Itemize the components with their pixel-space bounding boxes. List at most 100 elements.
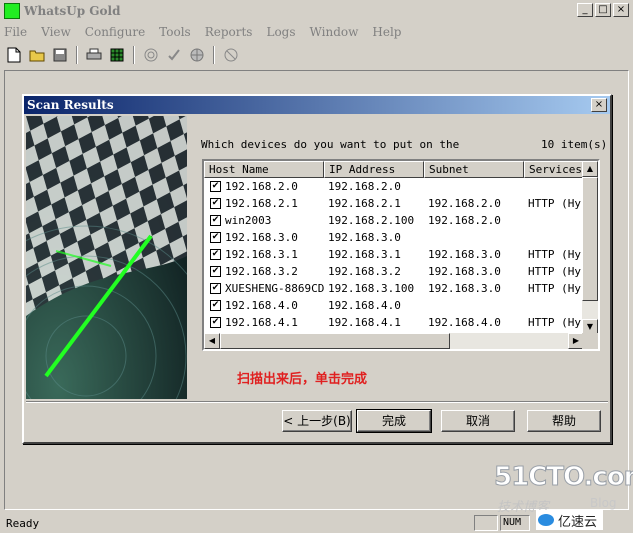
host-name: 192.168.4.0 <box>225 299 298 312</box>
toolbar-separator <box>133 46 135 64</box>
host-cell: ✔ 192.168.3.1 <box>204 248 324 261</box>
menu-reports[interactable]: Reports <box>205 25 253 39</box>
horizontal-scroll-thumb[interactable] <box>220 333 450 349</box>
table-row[interactable]: ✔ 192.168.4.0 192.168.4.0 <box>204 297 598 314</box>
column-services[interactable]: Services <box>524 161 584 178</box>
back-button[interactable]: < 上一步(B) <box>282 410 352 432</box>
dialog-title: Scan Results <box>24 96 610 114</box>
ip-cell: 192.168.3.2 <box>328 265 401 278</box>
table-row[interactable]: ✔ 192.168.2.1 192.168.2.1 192.168.2.0 HTTP (… <box>204 195 598 212</box>
devices-list[interactable]: Host Name IP Address Subnet Services ✔ 19… <box>202 159 600 351</box>
services-cell: HTTP (Hyp <box>528 265 582 278</box>
column-subnet[interactable]: Subnet <box>424 161 524 178</box>
finish-button[interactable]: 完成 <box>356 409 432 433</box>
save-icon[interactable] <box>50 45 70 65</box>
menu-bar: File View Configure Tools Reports Logs W… <box>0 22 633 42</box>
host-name: win2003 <box>225 214 272 227</box>
host-name: 192.168.3.1 <box>225 248 298 261</box>
open-folder-icon[interactable] <box>27 45 47 65</box>
host-name: 192.168.2.0 <box>225 180 298 193</box>
scroll-left-button[interactable]: ◀ <box>204 333 220 349</box>
services-cell: HTTP (Hyp <box>528 248 582 261</box>
row-checkbox[interactable]: ✔ <box>210 283 221 294</box>
menu-tools[interactable]: Tools <box>159 25 191 39</box>
print-icon[interactable] <box>84 45 104 65</box>
radar-icon[interactable] <box>141 45 161 65</box>
ip-cell: 192.168.4.0 <box>328 299 401 312</box>
column-ip-address[interactable]: IP Address <box>324 161 424 178</box>
row-checkbox[interactable]: ✔ <box>210 266 221 277</box>
subnet-cell: 192.168.3.0 <box>428 248 501 261</box>
ip-cell: 192.168.2.0 <box>328 180 401 193</box>
cancel-button[interactable]: 取消 <box>441 410 515 432</box>
row-checkbox[interactable]: ✔ <box>210 300 221 311</box>
minimize-button[interactable]: _ <box>577 3 593 17</box>
host-cell: ✔ 192.168.4.0 <box>204 299 324 312</box>
table-row[interactable]: ✔ 192.168.3.0 192.168.3.0 <box>204 229 598 246</box>
menu-file[interactable]: File <box>4 25 27 39</box>
table-row[interactable]: ✔ 192.168.3.2 192.168.3.2 192.168.3.0 HTTP (… <box>204 263 598 280</box>
row-checkbox[interactable]: ✔ <box>210 249 221 260</box>
item-count: 10 item(s) <box>541 138 608 151</box>
globe-icon[interactable] <box>187 45 207 65</box>
status-panel <box>474 515 498 531</box>
help-button[interactable]: 帮助 <box>527 410 601 432</box>
table-row[interactable]: ✔ 192.168.3.1 192.168.3.1 192.168.3.0 HTTP (… <box>204 246 598 263</box>
host-cell: ✔ 192.168.2.0 <box>204 180 324 193</box>
row-checkbox[interactable]: ✔ <box>210 198 221 209</box>
table-row[interactable]: ✔ 192.168.2.0 192.168.2.0 <box>204 178 598 195</box>
host-cell: ✔ 192.168.4.1 <box>204 316 324 329</box>
horizontal-scrollbar[interactable]: ◀ ▶ <box>204 333 584 349</box>
host-cell: ✔ win2003 <box>204 214 324 227</box>
host-name: XUESHENG-8869CD <box>225 282 324 295</box>
ip-cell: 192.168.2.100 <box>328 214 415 227</box>
maximize-button[interactable]: □ <box>595 3 611 17</box>
host-name: 192.168.3.2 <box>225 265 298 278</box>
annotation-text: 扫描出来后，单击完成 <box>237 372 368 387</box>
title-bar: WhatsUp Gold _ □ × <box>0 0 633 22</box>
watermark-logo-text: 亿速云 <box>558 514 598 530</box>
table-row[interactable]: ✔ 192.168.4.1 192.168.4.1 192.168.4.0 HTTP (… <box>204 314 598 331</box>
host-cell: ✔ 192.168.2.1 <box>204 197 324 210</box>
menu-view[interactable]: View <box>41 25 71 39</box>
dialog-close-button[interactable]: × <box>591 98 607 112</box>
table-row[interactable]: ✔ XUESHENG-8869CD 192.168.3.100 192.168.3.0… <box>204 280 598 297</box>
scroll-up-button[interactable]: ▲ <box>582 161 598 177</box>
toolbar <box>4 43 241 67</box>
host-name: 192.168.4.1 <box>225 316 298 329</box>
stop-icon[interactable] <box>221 45 241 65</box>
column-host-name[interactable]: Host Name <box>204 161 324 178</box>
row-checkbox[interactable]: ✔ <box>210 215 221 226</box>
grid-icon[interactable] <box>107 45 127 65</box>
vertical-scroll-thumb[interactable] <box>582 177 598 301</box>
close-button[interactable]: × <box>613 3 629 17</box>
list-rows: ✔ 192.168.2.0 192.168.2.0 ✔ 192.168.2.1 192.1… <box>204 178 598 348</box>
host-name: 192.168.3.0 <box>225 231 298 244</box>
ip-cell: 192.168.4.1 <box>328 316 401 329</box>
vertical-scrollbar[interactable]: ▲ ▼ <box>582 161 598 335</box>
host-cell: ✔ 192.168.3.2 <box>204 265 324 278</box>
scroll-corner <box>582 333 598 349</box>
scan-results-dialog: Scan Results × Which devices do you want… <box>22 94 612 444</box>
menu-configure[interactable]: Configure <box>85 25 145 39</box>
check-icon[interactable] <box>164 45 184 65</box>
dialog-separator <box>26 401 608 403</box>
ip-cell: 192.168.3.100 <box>328 282 415 295</box>
toolbar-separator <box>76 46 78 64</box>
toolbar-separator <box>213 46 215 64</box>
row-checkbox[interactable]: ✔ <box>210 232 221 243</box>
host-name: 192.168.2.1 <box>225 197 298 210</box>
app-icon <box>4 2 20 19</box>
watermark-blog: Blog <box>590 496 617 510</box>
row-checkbox[interactable]: ✔ <box>210 317 221 328</box>
subnet-cell: 192.168.2.0 <box>428 214 501 227</box>
menu-help[interactable]: Help <box>372 25 401 39</box>
wizard-checkered-flag-image <box>26 116 187 399</box>
new-document-icon[interactable] <box>4 45 24 65</box>
table-row[interactable]: ✔ win2003 192.168.2.100 192.168.2.0 <box>204 212 598 229</box>
menu-logs[interactable]: Logs <box>266 25 295 39</box>
menu-window[interactable]: Window <box>310 25 359 39</box>
row-checkbox[interactable]: ✔ <box>210 181 221 192</box>
status-num: NUM <box>500 515 530 531</box>
services-cell: HTTP (Hyp <box>528 282 582 295</box>
